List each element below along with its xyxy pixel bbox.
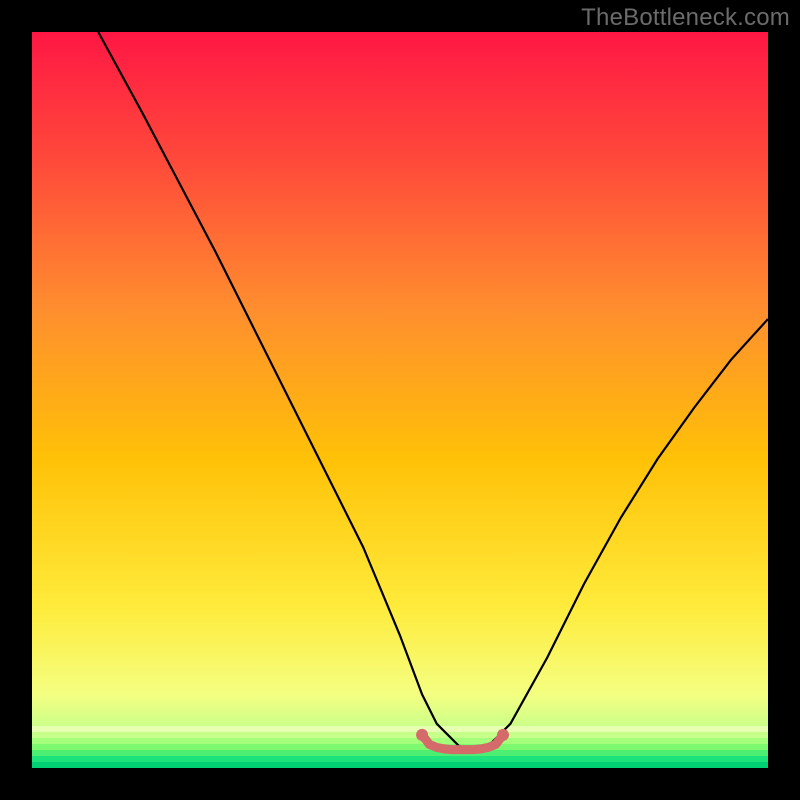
green-bottom-bands (32, 726, 768, 768)
valley-left-dot (416, 729, 428, 741)
chart-frame: TheBottleneck.com (0, 0, 800, 800)
gradient-background (32, 32, 768, 768)
green-band (32, 750, 768, 756)
green-band (32, 744, 768, 750)
green-band (32, 756, 768, 762)
green-band (32, 732, 768, 738)
green-band (32, 762, 768, 768)
valley-right-dot (497, 729, 509, 741)
watermark-text: TheBottleneck.com (581, 4, 790, 32)
bottleneck-chart-svg (32, 32, 768, 768)
plot-area (32, 32, 768, 768)
green-band (32, 738, 768, 744)
green-band (32, 726, 768, 732)
